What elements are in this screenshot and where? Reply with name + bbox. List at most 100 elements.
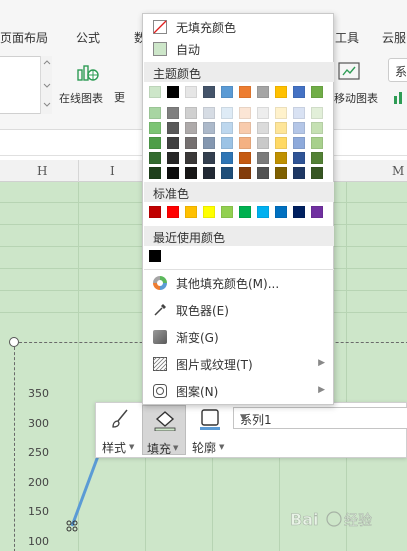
auto-fill-option[interactable]: 自动 <box>143 38 333 60</box>
theme-color-swatch[interactable] <box>221 86 233 98</box>
chart-elements-icon[interactable] <box>392 88 407 106</box>
standard-color-swatch[interactable] <box>167 206 179 218</box>
pattern-option[interactable]: 图案(N) ▶ <box>143 380 333 402</box>
theme-shade-swatch[interactable] <box>257 107 269 119</box>
theme-shade-swatch[interactable] <box>275 107 287 119</box>
picture-texture-option[interactable]: 图片或纹理(T) ▶ <box>143 353 333 375</box>
no-fill-option[interactable]: 无填充颜色 <box>143 16 333 38</box>
move-chart-label[interactable]: 移动图表 <box>334 90 378 106</box>
theme-shade-swatch[interactable] <box>275 152 287 164</box>
style-button[interactable]: 样式 ▼ <box>98 405 142 455</box>
eyedropper-option[interactable]: 取色器(E) <box>143 299 333 321</box>
theme-shade-swatch[interactable] <box>167 122 179 134</box>
gallery-scrollbar[interactable] <box>40 56 52 114</box>
theme-shade-swatch[interactable] <box>311 167 323 179</box>
online-chart-label[interactable]: 在线图表 <box>59 90 103 106</box>
theme-shade-swatch[interactable] <box>293 122 305 134</box>
theme-shade-swatch[interactable] <box>185 107 197 119</box>
column-header-m[interactable]: M <box>392 164 404 178</box>
fill-color-dropdown: 无填充颜色 自动 主题颜色 标准色 最近使用颜色 其他填充颜色(M)... 取色… <box>142 13 334 405</box>
tab-cloud[interactable]: 云服 <box>382 29 406 46</box>
standard-color-swatch[interactable] <box>203 206 215 218</box>
theme-shade-swatch[interactable] <box>149 167 161 179</box>
theme-shade-swatch[interactable] <box>311 152 323 164</box>
series-selector[interactable]: 系列1 ▼ <box>233 407 407 429</box>
gradient-option[interactable]: 渐变(G) <box>143 326 333 348</box>
standard-color-swatch[interactable] <box>185 206 197 218</box>
column-divider[interactable] <box>78 160 79 182</box>
theme-shade-swatch[interactable] <box>311 122 323 134</box>
theme-color-swatch[interactable] <box>203 86 215 98</box>
theme-color-swatch[interactable] <box>239 86 251 98</box>
theme-shade-swatch[interactable] <box>203 167 215 179</box>
theme-shade-swatch[interactable] <box>239 107 251 119</box>
theme-shade-swatch[interactable] <box>203 152 215 164</box>
theme-shade-swatch[interactable] <box>239 122 251 134</box>
theme-shade-swatch[interactable] <box>221 107 233 119</box>
theme-color-swatch[interactable] <box>257 86 269 98</box>
standard-color-swatch[interactable] <box>311 206 323 218</box>
theme-shade-swatch[interactable] <box>257 137 269 149</box>
theme-shade-swatch[interactable] <box>257 167 269 179</box>
theme-shade-swatch[interactable] <box>293 137 305 149</box>
move-chart-icon[interactable] <box>338 60 362 84</box>
theme-shade-swatch[interactable] <box>221 137 233 149</box>
theme-color-swatch[interactable] <box>275 86 287 98</box>
theme-shade-swatch[interactable] <box>203 122 215 134</box>
theme-shade-swatch[interactable] <box>275 137 287 149</box>
theme-shade-swatch[interactable] <box>149 152 161 164</box>
theme-shade-swatch[interactable] <box>203 137 215 149</box>
theme-shade-swatch[interactable] <box>221 152 233 164</box>
theme-shade-swatch[interactable] <box>239 167 251 179</box>
online-chart-icon[interactable] <box>76 60 100 84</box>
theme-shade-swatch[interactable] <box>149 107 161 119</box>
theme-shade-swatch[interactable] <box>149 137 161 149</box>
ribbon-more-label[interactable]: 更 <box>114 89 125 105</box>
standard-color-swatch[interactable] <box>293 206 305 218</box>
theme-color-swatch[interactable] <box>149 86 161 98</box>
theme-shade-swatch[interactable] <box>257 122 269 134</box>
standard-color-swatch[interactable] <box>257 206 269 218</box>
theme-shade-swatch[interactable] <box>185 167 197 179</box>
theme-shade-swatch[interactable] <box>311 107 323 119</box>
theme-shade-swatch[interactable] <box>185 137 197 149</box>
theme-shade-swatch[interactable] <box>257 152 269 164</box>
theme-shade-swatch[interactable] <box>221 122 233 134</box>
theme-shade-swatch[interactable] <box>239 137 251 149</box>
theme-color-swatch[interactable] <box>185 86 197 98</box>
chevron-right-icon: ▶ <box>318 358 325 368</box>
theme-shade-swatch[interactable] <box>185 152 197 164</box>
ribbon-series-combo[interactable]: 系 <box>388 58 407 82</box>
theme-shade-swatch[interactable] <box>203 107 215 119</box>
theme-shade-swatch[interactable] <box>167 152 179 164</box>
theme-shade-swatch[interactable] <box>311 137 323 149</box>
column-header-i[interactable]: I <box>110 164 115 178</box>
theme-shade-swatch[interactable] <box>293 107 305 119</box>
theme-shade-swatch[interactable] <box>167 107 179 119</box>
recent-color-swatch[interactable] <box>149 250 161 262</box>
standard-color-swatch[interactable] <box>221 206 233 218</box>
tab-page-layout[interactable]: 页面布局 <box>0 29 48 46</box>
theme-color-swatch[interactable] <box>167 86 179 98</box>
theme-shade-swatch[interactable] <box>293 152 305 164</box>
theme-shade-swatch[interactable] <box>185 122 197 134</box>
tab-formulas[interactable]: 公式 <box>76 29 100 46</box>
fill-button[interactable]: 填充 ▼ <box>142 405 186 456</box>
column-header-h[interactable]: H <box>37 164 47 178</box>
standard-color-swatch[interactable] <box>149 206 161 218</box>
theme-shade-swatch[interactable] <box>149 122 161 134</box>
theme-shade-swatch[interactable] <box>293 167 305 179</box>
standard-color-swatch[interactable] <box>275 206 287 218</box>
standard-color-swatch[interactable] <box>239 206 251 218</box>
theme-color-swatch[interactable] <box>311 86 323 98</box>
theme-shade-swatch[interactable] <box>167 137 179 149</box>
outline-button[interactable]: 轮廓 ▼ <box>188 405 232 455</box>
theme-shade-swatch[interactable] <box>275 122 287 134</box>
theme-color-swatch[interactable] <box>293 86 305 98</box>
theme-shade-swatch[interactable] <box>221 167 233 179</box>
theme-shade-swatch[interactable] <box>239 152 251 164</box>
more-fill-colors-option[interactable]: 其他填充颜色(M)... <box>143 272 333 294</box>
tab-tools[interactable]: 工具 <box>335 29 359 46</box>
theme-shade-swatch[interactable] <box>167 167 179 179</box>
theme-shade-swatch[interactable] <box>275 167 287 179</box>
